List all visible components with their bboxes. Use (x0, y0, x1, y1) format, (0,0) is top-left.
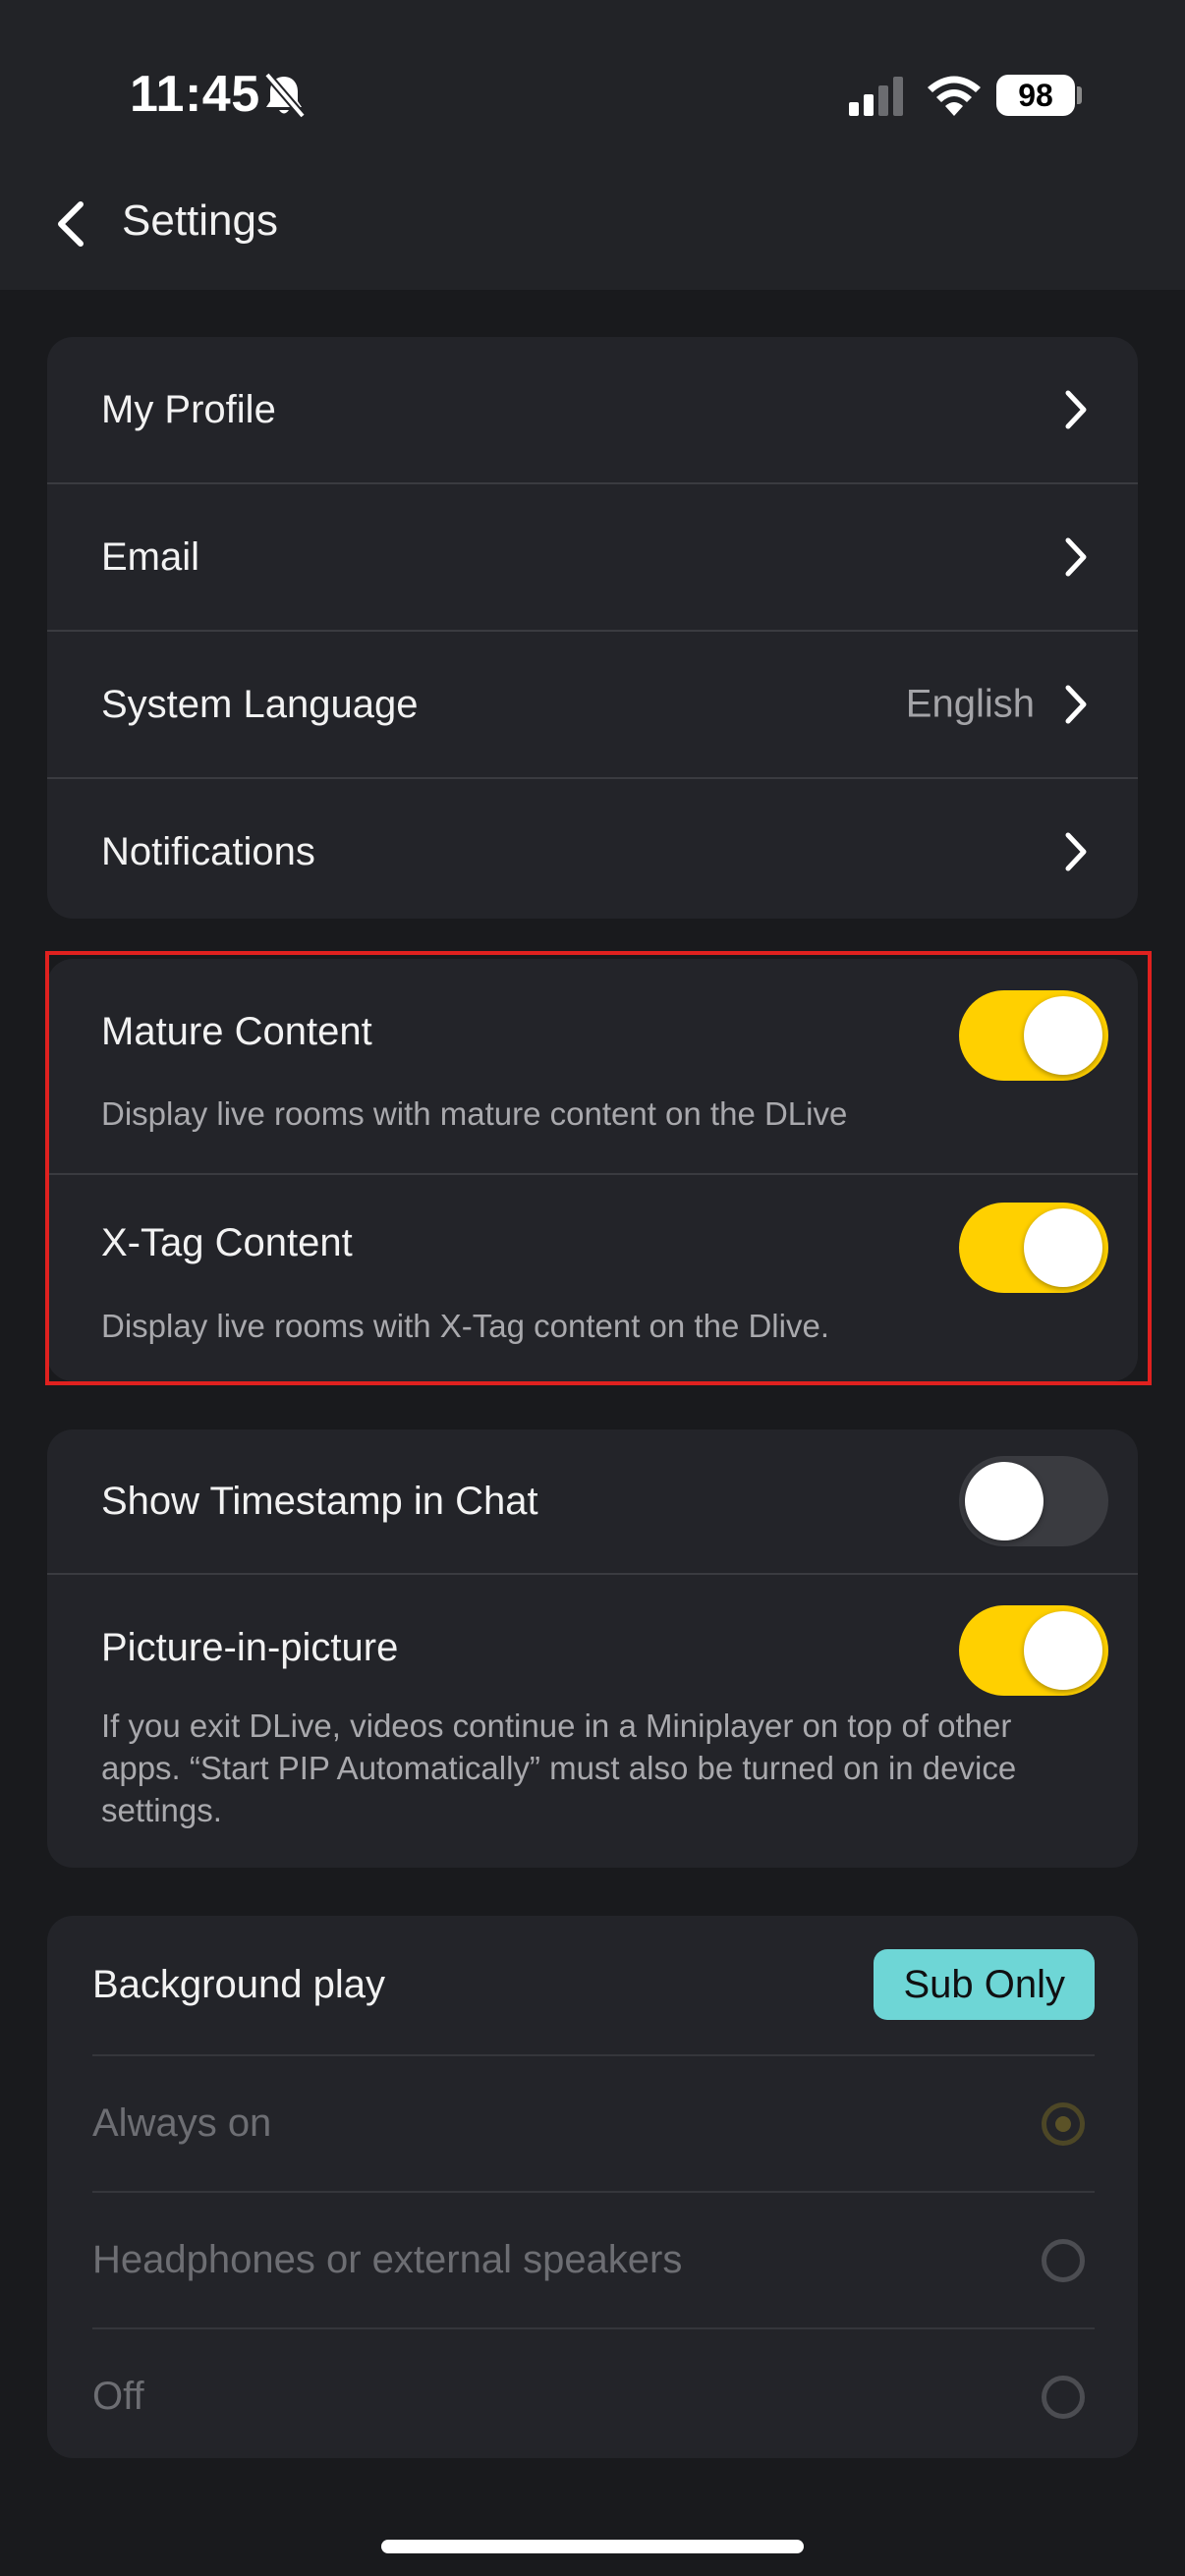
background-play-title: Background play (92, 1963, 385, 2006)
settings-item-label: Notifications (101, 829, 315, 873)
wifi-icon (928, 76, 981, 116)
option-label: Always on (92, 2101, 272, 2145)
show-timestamp-toggle[interactable] (959, 1456, 1108, 1546)
xtag-content-toggle[interactable] (959, 1203, 1108, 1293)
content-settings-card: Mature Content Display live rooms with m… (47, 959, 1138, 1381)
chevron-right-icon (1065, 685, 1087, 724)
settings-item-label: Email (101, 534, 200, 579)
home-indicator[interactable] (381, 2540, 804, 2553)
battery-icon: 98 (996, 75, 1075, 116)
picture-in-picture-label: Picture-in-picture (101, 1626, 399, 1669)
picture-in-picture-description: If you exit DLive, videos continue in a … (101, 1708, 1017, 1828)
xtag-content-label: X-Tag Content (101, 1221, 353, 1264)
show-timestamp-label: Show Timestamp in Chat (101, 1480, 538, 1523)
toggle-knob (1024, 996, 1102, 1075)
toggle-knob (1024, 1208, 1102, 1287)
status-time: 11:45 (130, 66, 260, 123)
playback-settings-card: Show Timestamp in Chat Picture-in-pictur… (47, 1429, 1138, 1868)
status-and-header-bar: 11:45 98 Settings (0, 0, 1185, 290)
battery-level: 98 (1018, 77, 1053, 113)
chevron-right-icon (1065, 832, 1087, 871)
toggle-knob (1024, 1611, 1102, 1690)
background-play-header: Background play Sub Only (47, 1916, 1138, 2054)
settings-item-system-language[interactable]: System Language English (47, 632, 1138, 777)
option-label: Off (92, 2375, 144, 2418)
radio-icon[interactable] (1042, 2238, 1085, 2282)
mature-content-label: Mature Content (101, 1010, 372, 1053)
settings-item-email[interactable]: Email (47, 484, 1138, 630)
background-option-off[interactable]: Off (47, 2329, 1138, 2458)
language-value: English (905, 682, 1035, 726)
bell-slash-icon (263, 72, 307, 119)
background-option-headphones[interactable]: Headphones or external speakers (47, 2193, 1138, 2327)
account-settings-card: My Profile Email System Language English… (47, 337, 1138, 919)
page-title: Settings (122, 196, 278, 245)
background-play-card: Background play Sub Only Always on Headp… (47, 1916, 1138, 2458)
radio-selected-icon[interactable] (1042, 2101, 1085, 2146)
settings-item-my-profile[interactable]: My Profile (47, 337, 1138, 482)
mature-content-row: Mature Content Display live rooms with m… (47, 959, 1138, 1173)
radio-icon[interactable] (1042, 2375, 1085, 2419)
battery-tip (1077, 86, 1082, 104)
chevron-right-icon (1065, 537, 1087, 577)
show-timestamp-row: Show Timestamp in Chat (47, 1429, 1138, 1573)
background-option-always-on[interactable]: Always on (47, 2056, 1138, 2191)
picture-in-picture-toggle[interactable] (959, 1605, 1108, 1696)
settings-item-notifications[interactable]: Notifications (47, 779, 1138, 919)
toggle-knob (965, 1462, 1044, 1540)
sub-only-badge: Sub Only (874, 1949, 1095, 2020)
signal-icon (849, 77, 903, 116)
picture-in-picture-row: Picture-in-picture If you exit DLive, vi… (47, 1575, 1138, 1868)
settings-screen: 11:45 98 Settings My Profile Email Syste… (0, 0, 1185, 2576)
chevron-right-icon (1065, 390, 1087, 429)
settings-item-label: My Profile (101, 387, 276, 431)
settings-item-label: System Language (101, 682, 419, 726)
xtag-content-row: X-Tag Content Display live rooms with X-… (47, 1175, 1138, 1381)
mature-content-toggle[interactable] (959, 990, 1108, 1081)
chevron-left-icon[interactable] (51, 196, 90, 252)
option-label: Headphones or external speakers (92, 2238, 683, 2281)
mature-content-description: Display live rooms with mature content o… (101, 1095, 848, 1132)
xtag-content-description: Display live rooms with X-Tag content on… (101, 1308, 829, 1344)
